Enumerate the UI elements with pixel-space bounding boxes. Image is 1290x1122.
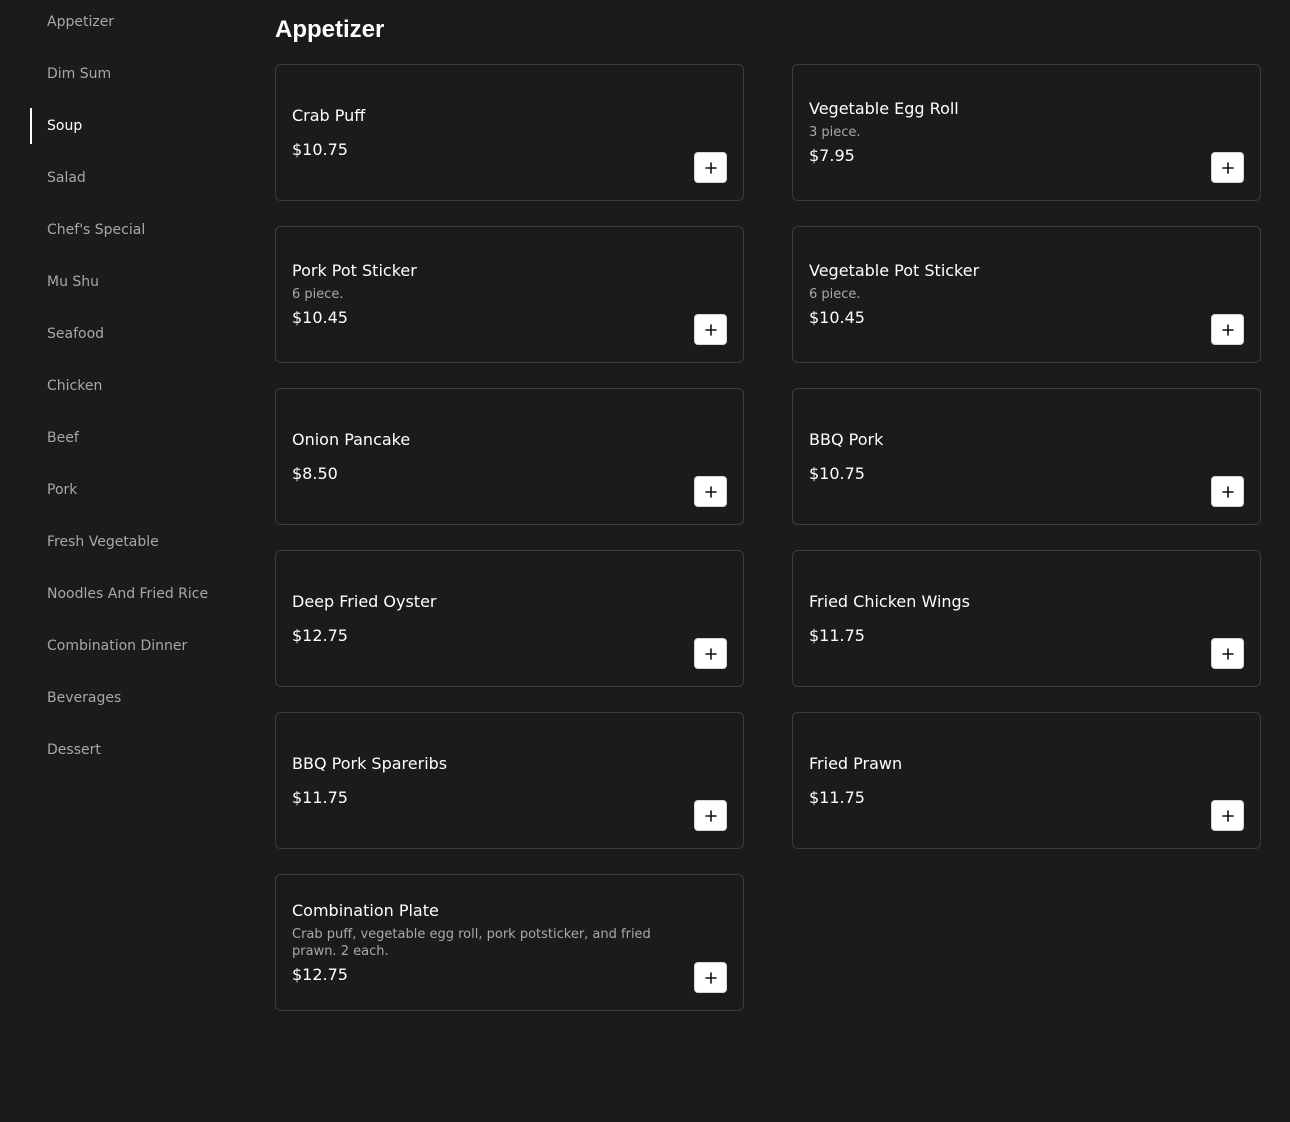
item-price: $11.75 (809, 625, 865, 645)
sidebar-item-appetizer[interactable]: Appetizer (30, 4, 240, 40)
item-name: Onion Pancake (292, 429, 411, 449)
item-name: Vegetable Pot Sticker (809, 261, 980, 280)
item-name: BBQ Pork (809, 429, 884, 449)
plus-icon (704, 971, 717, 984)
menu-item-card[interactable]: Combination Plate Crab puff, vegetable e… (275, 874, 744, 1011)
item-name: Pork Pot Sticker (292, 261, 417, 280)
item-price: $12.75 (292, 625, 348, 645)
item-price: $10.75 (292, 139, 348, 159)
menu-item-card[interactable]: Fried Prawn $11.75 (792, 712, 1261, 849)
sidebar-item-beef[interactable]: Beef (30, 420, 240, 456)
menu-page: Appetizer Dim Sum Soup Salad Chef's Spec… (0, 0, 1290, 1122)
item-price: $7.95 (809, 146, 855, 165)
sidebar-item-noodles-and-fried-rice[interactable]: Noodles And Fried Rice (30, 576, 240, 612)
item-description: 6 piece. (292, 287, 344, 302)
sidebar-item-pork[interactable]: Pork (30, 472, 240, 508)
menu-item-card[interactable]: Crab Puff $10.75 (275, 64, 744, 201)
item-price: $10.45 (292, 308, 348, 327)
plus-icon (704, 647, 717, 660)
add-item-button[interactable] (1211, 152, 1244, 183)
item-name: Combination Plate (292, 900, 439, 920)
item-name: Vegetable Egg Roll (809, 99, 959, 118)
plus-icon (1221, 647, 1234, 660)
sidebar-item-dim-sum[interactable]: Dim Sum (30, 56, 240, 92)
item-description: 3 piece. (809, 125, 861, 140)
menu-item-card[interactable]: Vegetable Egg Roll 3 piece. $7.95 (792, 64, 1261, 201)
menu-item-card[interactable]: Onion Pancake $8.50 (275, 388, 744, 525)
item-name: Crab Puff (292, 105, 366, 125)
sidebar-item-dessert[interactable]: Dessert (30, 732, 240, 768)
menu-item-card[interactable]: Pork Pot Sticker 6 piece. $10.45 (275, 226, 744, 363)
add-item-button[interactable] (1211, 800, 1244, 831)
item-price: $10.75 (809, 463, 865, 483)
item-price: $8.50 (292, 463, 338, 483)
menu-item-card[interactable]: Vegetable Pot Sticker 6 piece. $10.45 (792, 226, 1261, 363)
sidebar-item-combination-dinner[interactable]: Combination Dinner (30, 628, 240, 664)
section-title: Appetizer (275, 16, 385, 43)
add-item-button[interactable] (694, 314, 727, 345)
plus-icon (1221, 161, 1234, 174)
sidebar-item-soup[interactable]: Soup (30, 108, 240, 144)
item-name: Fried Chicken Wings (809, 591, 971, 611)
add-item-button[interactable] (1211, 638, 1244, 669)
item-name: BBQ Pork Spareribs (292, 753, 448, 773)
add-item-button[interactable] (694, 638, 727, 669)
item-name: Fried Prawn (809, 753, 903, 773)
plus-icon (1221, 485, 1234, 498)
add-item-button[interactable] (694, 962, 727, 993)
sidebar-item-chicken[interactable]: Chicken (30, 368, 240, 404)
menu-item-grid: Crab Puff $10.75 Vegetable Egg Roll 3 pi… (275, 64, 1261, 1011)
plus-icon (704, 809, 717, 822)
sidebar-item-chefs-special[interactable]: Chef's Special (30, 212, 240, 248)
menu-item-card[interactable]: BBQ Pork Spareribs $11.75 (275, 712, 744, 849)
add-item-button[interactable] (1211, 476, 1244, 507)
item-price: $11.75 (292, 787, 348, 807)
plus-icon (704, 161, 717, 174)
menu-item-card[interactable]: Fried Chicken Wings $11.75 (792, 550, 1261, 687)
item-price: $10.45 (809, 308, 865, 327)
item-description: Crab puff, vegetable egg roll, pork pots… (292, 926, 651, 959)
add-item-button[interactable] (694, 476, 727, 507)
sidebar-item-beverages[interactable]: Beverages (30, 680, 240, 716)
plus-icon (704, 485, 717, 498)
sidebar-item-mu-shu[interactable]: Mu Shu (30, 264, 240, 300)
item-description: 6 piece. (809, 287, 861, 302)
plus-icon (1221, 323, 1234, 336)
sidebar-item-salad[interactable]: Salad (30, 160, 240, 196)
item-name: Deep Fried Oyster (292, 591, 437, 611)
sidebar-item-seafood[interactable]: Seafood (30, 316, 240, 352)
plus-icon (704, 323, 717, 336)
menu-item-card[interactable]: BBQ Pork $10.75 (792, 388, 1261, 525)
add-item-button[interactable] (694, 800, 727, 831)
item-price: $12.75 (292, 964, 348, 984)
add-item-button[interactable] (1211, 314, 1244, 345)
add-item-button[interactable] (694, 152, 727, 183)
plus-icon (1221, 809, 1234, 822)
sidebar-item-fresh-vegetable[interactable]: Fresh Vegetable (30, 524, 240, 560)
item-price: $11.75 (809, 787, 865, 807)
menu-item-card[interactable]: Deep Fried Oyster $12.75 (275, 550, 744, 687)
